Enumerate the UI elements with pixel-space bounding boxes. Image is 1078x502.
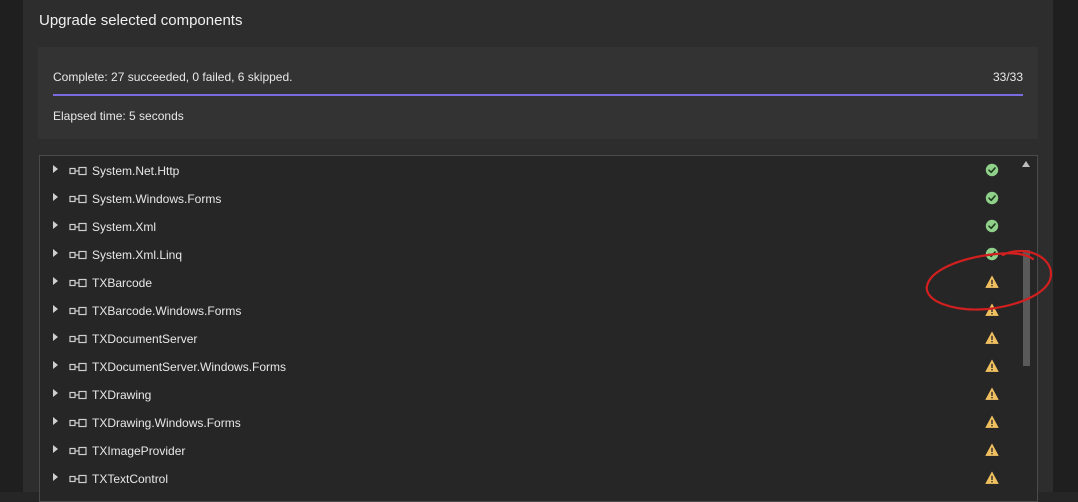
- chevron-right-icon[interactable]: [53, 165, 58, 173]
- list-item-label: System.Xml.Linq: [92, 248, 183, 262]
- warning-triangle-icon: [985, 275, 999, 288]
- progress-bar-fill: [53, 94, 1023, 96]
- list-item[interactable]: TXTextControl: [40, 465, 1020, 493]
- list-item-label: TXDrawing: [92, 388, 152, 402]
- chevron-right-icon[interactable]: [53, 389, 58, 397]
- chevron-right-icon[interactable]: [53, 193, 58, 201]
- list-item-label: System.Xml: [92, 220, 157, 234]
- chevron-right-icon[interactable]: [53, 417, 58, 425]
- list-item-label: System.Windows.Forms: [92, 192, 222, 206]
- warning-triangle-icon: [985, 387, 999, 400]
- list-item[interactable]: System.Xml.Linq: [40, 241, 1020, 269]
- assembly-reference-icon: [69, 306, 87, 316]
- assembly-reference-icon: [69, 250, 87, 260]
- list-item-label: System.Net.Http: [92, 164, 180, 178]
- list-item-label: TXDrawing.Windows.Forms: [92, 416, 241, 430]
- warning-triangle-icon: [985, 359, 999, 372]
- chevron-right-icon[interactable]: [53, 305, 58, 313]
- list-item[interactable]: System.Windows.Forms: [40, 185, 1020, 213]
- assembly-reference-icon: [69, 390, 87, 400]
- status-panel: Complete: 27 succeeded, 0 failed, 6 skip…: [38, 47, 1038, 139]
- dialog-title: Upgrade selected components: [39, 12, 243, 29]
- assembly-reference-icon: [69, 166, 87, 176]
- list-item-label: TXBarcode: [92, 276, 153, 290]
- list-item[interactable]: TXBarcode.Windows.Forms: [40, 297, 1020, 325]
- warning-triangle-icon: [985, 443, 999, 456]
- background-left: [0, 0, 23, 492]
- upgrade-dialog: Upgrade selected components Complete: 27…: [23, 0, 1053, 502]
- assembly-reference-icon: [69, 222, 87, 232]
- assembly-reference-icon: [69, 278, 87, 288]
- background-right: [1053, 0, 1078, 492]
- list-item[interactable]: TXBarcode: [40, 269, 1020, 297]
- check-circle-icon: [985, 219, 999, 233]
- assembly-reference-icon: [69, 194, 87, 204]
- warning-triangle-icon: [985, 471, 999, 484]
- assembly-reference-icon: [69, 446, 87, 456]
- list-item[interactable]: TXDocumentServer.Windows.Forms: [40, 353, 1020, 381]
- chevron-right-icon[interactable]: [53, 333, 58, 341]
- list-item[interactable]: System.Net.Http: [40, 157, 1020, 185]
- list-item-label: TXBarcode.Windows.Forms: [92, 304, 242, 318]
- component-list[interactable]: System.Net.Http System.Windows.Forms Syste…: [39, 155, 1038, 502]
- list-item-label: TXTextControl: [92, 472, 169, 486]
- chevron-right-icon[interactable]: [53, 277, 58, 285]
- list-item[interactable]: TXDocumentServer: [40, 325, 1020, 353]
- chevron-right-icon[interactable]: [53, 445, 58, 453]
- progress-bar: [53, 94, 1023, 96]
- assembly-reference-icon: [69, 362, 87, 372]
- status-summary: Complete: 27 succeeded, 0 failed, 6 skip…: [53, 70, 293, 84]
- assembly-reference-icon: [69, 334, 87, 344]
- list-item[interactable]: TXDrawing: [40, 381, 1020, 409]
- status-count: 33/33: [992, 70, 1023, 84]
- scroll-up-arrow-icon[interactable]: [1022, 161, 1030, 167]
- chevron-right-icon[interactable]: [53, 361, 58, 369]
- check-circle-icon: [985, 163, 999, 177]
- scrollbar-thumb[interactable]: [1023, 250, 1030, 366]
- list-item-label: TXDocumentServer.Windows.Forms: [92, 360, 287, 374]
- assembly-reference-icon: [69, 474, 87, 484]
- list-item-label: TXImageProvider: [92, 444, 186, 458]
- warning-triangle-icon: [985, 303, 999, 316]
- check-circle-icon: [985, 191, 999, 205]
- check-circle-icon: [985, 247, 999, 261]
- elapsed-time: Elapsed time: 5 seconds: [53, 109, 184, 123]
- list-item-label: TXDocumentServer: [92, 332, 198, 346]
- list-item[interactable]: System.Xml: [40, 213, 1020, 241]
- chevron-right-icon[interactable]: [53, 221, 58, 229]
- chevron-right-icon[interactable]: [53, 473, 58, 481]
- warning-triangle-icon: [985, 415, 999, 428]
- assembly-reference-icon: [69, 418, 87, 428]
- list-item[interactable]: TXDrawing.Windows.Forms: [40, 409, 1020, 437]
- list-item[interactable]: TXImageProvider: [40, 437, 1020, 465]
- warning-triangle-icon: [985, 331, 999, 344]
- chevron-right-icon[interactable]: [53, 249, 58, 257]
